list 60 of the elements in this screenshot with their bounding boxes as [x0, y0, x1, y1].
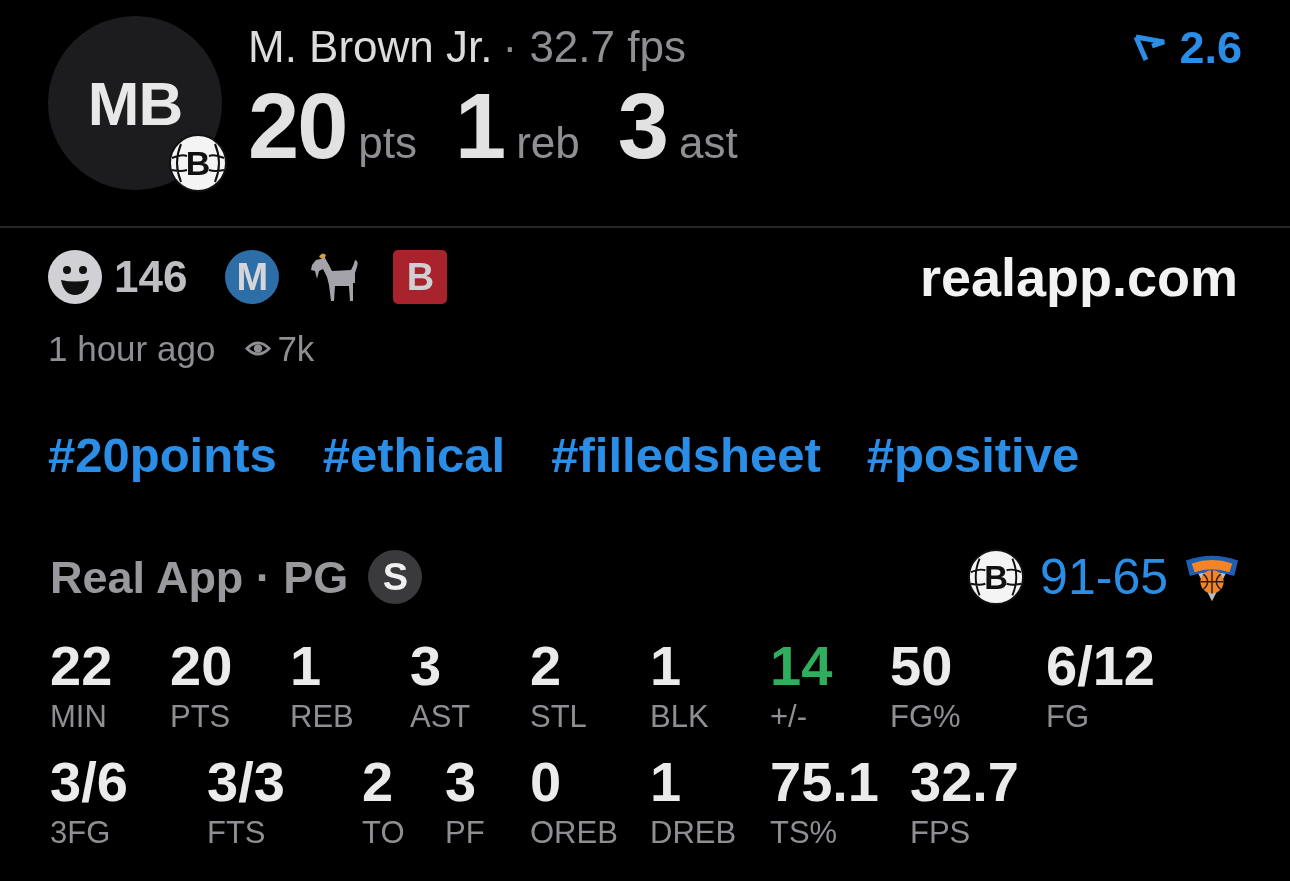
smiley-icon	[48, 250, 102, 304]
hashtag-link[interactable]: #ethical	[322, 431, 506, 480]
stat-label: FG	[1046, 701, 1090, 732]
stat-label: TS%	[770, 817, 838, 848]
stat-label: FG%	[890, 701, 961, 732]
stat-value: 2	[362, 754, 394, 810]
stat-label: DREB	[650, 817, 737, 848]
stat-value: 22	[50, 638, 113, 694]
stat-label: REB	[290, 701, 354, 732]
stat-value: 3	[410, 638, 442, 694]
stat-label: AST	[410, 701, 471, 732]
eye-icon	[245, 338, 272, 358]
role-badge: S	[368, 550, 423, 604]
stat-number: 20	[248, 80, 347, 172]
hashtag-link[interactable]: #filledsheet	[551, 431, 821, 480]
stat-value: 3	[445, 754, 477, 810]
stat-label: TO	[362, 817, 405, 848]
team-logo-icon: B	[169, 134, 227, 192]
hashtag-link[interactable]: #positive	[866, 431, 1080, 480]
hashtag-link[interactable]: #20points	[48, 431, 277, 480]
stat-value: 50	[890, 638, 953, 694]
stat-value: 75.1	[770, 754, 879, 810]
stat-value: 1	[650, 638, 682, 694]
team-logo-icon: B	[968, 549, 1025, 605]
stat-value: 0	[530, 754, 562, 810]
stat-label: MIN	[50, 701, 107, 732]
stat-label: +/-	[770, 701, 808, 732]
wedge-icon	[1133, 32, 1168, 63]
stat-unit: pts	[358, 121, 418, 165]
game-score: 91-65	[1040, 552, 1168, 602]
stat-label: FTS	[207, 817, 266, 848]
rating-value: 2.6	[1179, 25, 1242, 70]
league-position: Real App · PG	[50, 554, 349, 600]
stat-label: PF	[445, 817, 485, 848]
stat-label: BLK	[650, 701, 709, 732]
view-count: 7k	[277, 330, 315, 366]
stat-unit: ast	[679, 121, 738, 165]
letter-badge: B	[393, 250, 448, 304]
stat-value: 6/12	[1046, 638, 1155, 694]
stat-number: 3	[617, 80, 667, 172]
stat-value: 14	[770, 638, 833, 694]
stat-label: OREB	[530, 817, 618, 848]
stat-number: 1	[455, 80, 505, 172]
stat-value: 20	[170, 638, 233, 694]
stat-label: FPS	[910, 817, 971, 848]
post-time: 1 hour ago	[48, 330, 216, 366]
stat-value: 1	[650, 754, 682, 810]
player-name: M. Brown Jr.	[248, 22, 493, 71]
stat-label: 3FG	[50, 817, 111, 848]
stat-label: STL	[530, 701, 587, 732]
stat-value: 3/6	[50, 754, 128, 810]
fps-text: · 32.7 fps	[502, 22, 686, 71]
letter-badge: M	[225, 250, 280, 304]
stat-value: 3/3	[207, 754, 285, 810]
stat-value: 1	[290, 638, 322, 694]
stat-value: 2	[530, 638, 562, 694]
stat-label: PTS	[170, 701, 231, 732]
stat-unit: reb	[516, 121, 580, 165]
reaction-count: 146	[114, 255, 188, 299]
stat-value: 32.7	[910, 754, 1019, 810]
